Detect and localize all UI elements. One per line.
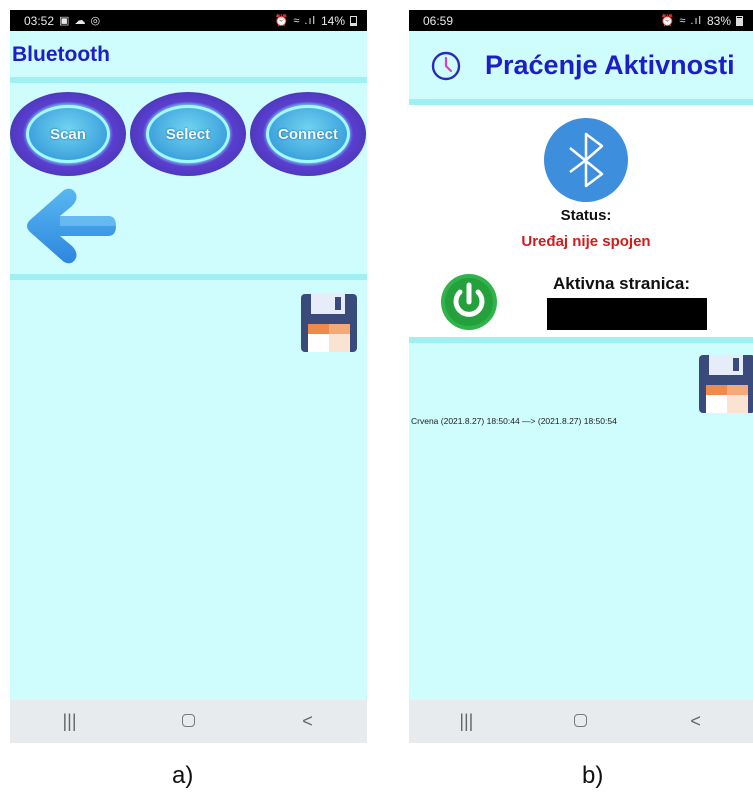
signal-icons: ⏰ ≈ .ıl — [660, 15, 702, 27]
back-button[interactable]: < — [681, 711, 711, 732]
active-page-label: Aktivna stranica: — [553, 274, 690, 293]
phone-screen-activity: 06:59 ⏰ ≈ .ıl 83% Praćenje Aktivnosti St… — [409, 10, 753, 743]
divider — [409, 337, 753, 343]
screen-title: Bluetooth — [12, 43, 110, 66]
home-button[interactable] — [174, 711, 204, 732]
screen-title: Praćenje Aktivnosti — [485, 50, 735, 80]
caption-a: a) — [172, 762, 194, 789]
recent-apps-button[interactable]: ||| — [55, 711, 85, 732]
recent-apps-button[interactable]: ||| — [451, 711, 481, 732]
battery-percent: 83% — [706, 13, 731, 28]
home-button[interactable] — [566, 711, 596, 732]
signal-icons: ⏰ ≈ .ıl — [274, 15, 316, 27]
status-bar: 06:59 ⏰ ≈ .ıl 83% — [409, 10, 753, 31]
system-nav-bar: ||| < — [10, 700, 367, 743]
status-time: 06:59 — [423, 13, 454, 28]
divider — [10, 274, 367, 280]
status-value: Uređaj nije spojen — [521, 233, 651, 250]
scan-button[interactable]: Scan — [10, 92, 126, 176]
clock-icon — [431, 51, 461, 81]
phone-screen-bluetooth: 03:52 ▣ ☁ ◎ ⏰ ≈ .ıl 14% Bluetooth Scan S… — [10, 10, 367, 743]
battery-percent: 14% — [320, 13, 345, 28]
scan-button-label: Scan — [26, 105, 110, 163]
status-bar: 03:52 ▣ ☁ ◎ ⏰ ≈ .ıl 14% — [10, 10, 367, 31]
caption-b: b) — [582, 762, 604, 789]
home-icon — [574, 714, 588, 727]
status-label: Status: — [560, 207, 612, 224]
back-button[interactable]: < — [293, 711, 323, 732]
connect-button-label: Connect — [266, 105, 350, 163]
notification-icons: ▣ ☁ ◎ — [59, 15, 102, 27]
save-icon[interactable] — [301, 294, 357, 352]
bluetooth-icon[interactable] — [544, 118, 628, 202]
connect-button[interactable]: Connect — [250, 92, 366, 176]
battery-icon — [736, 15, 743, 26]
save-icon[interactable] — [699, 355, 753, 413]
select-button[interactable]: Select — [130, 92, 246, 176]
select-button-label: Select — [146, 105, 230, 163]
system-nav-bar: ||| < — [409, 700, 753, 743]
status-time: 03:52 — [24, 13, 55, 28]
back-arrow-icon[interactable] — [24, 186, 116, 266]
log-entry: Crvena (2021.8.27) 18:50:44 —> (2021.8.2… — [411, 416, 617, 426]
battery-icon — [350, 15, 357, 26]
divider — [10, 77, 367, 83]
active-page-value — [547, 298, 707, 330]
power-icon[interactable] — [441, 274, 497, 330]
home-icon — [182, 714, 195, 727]
